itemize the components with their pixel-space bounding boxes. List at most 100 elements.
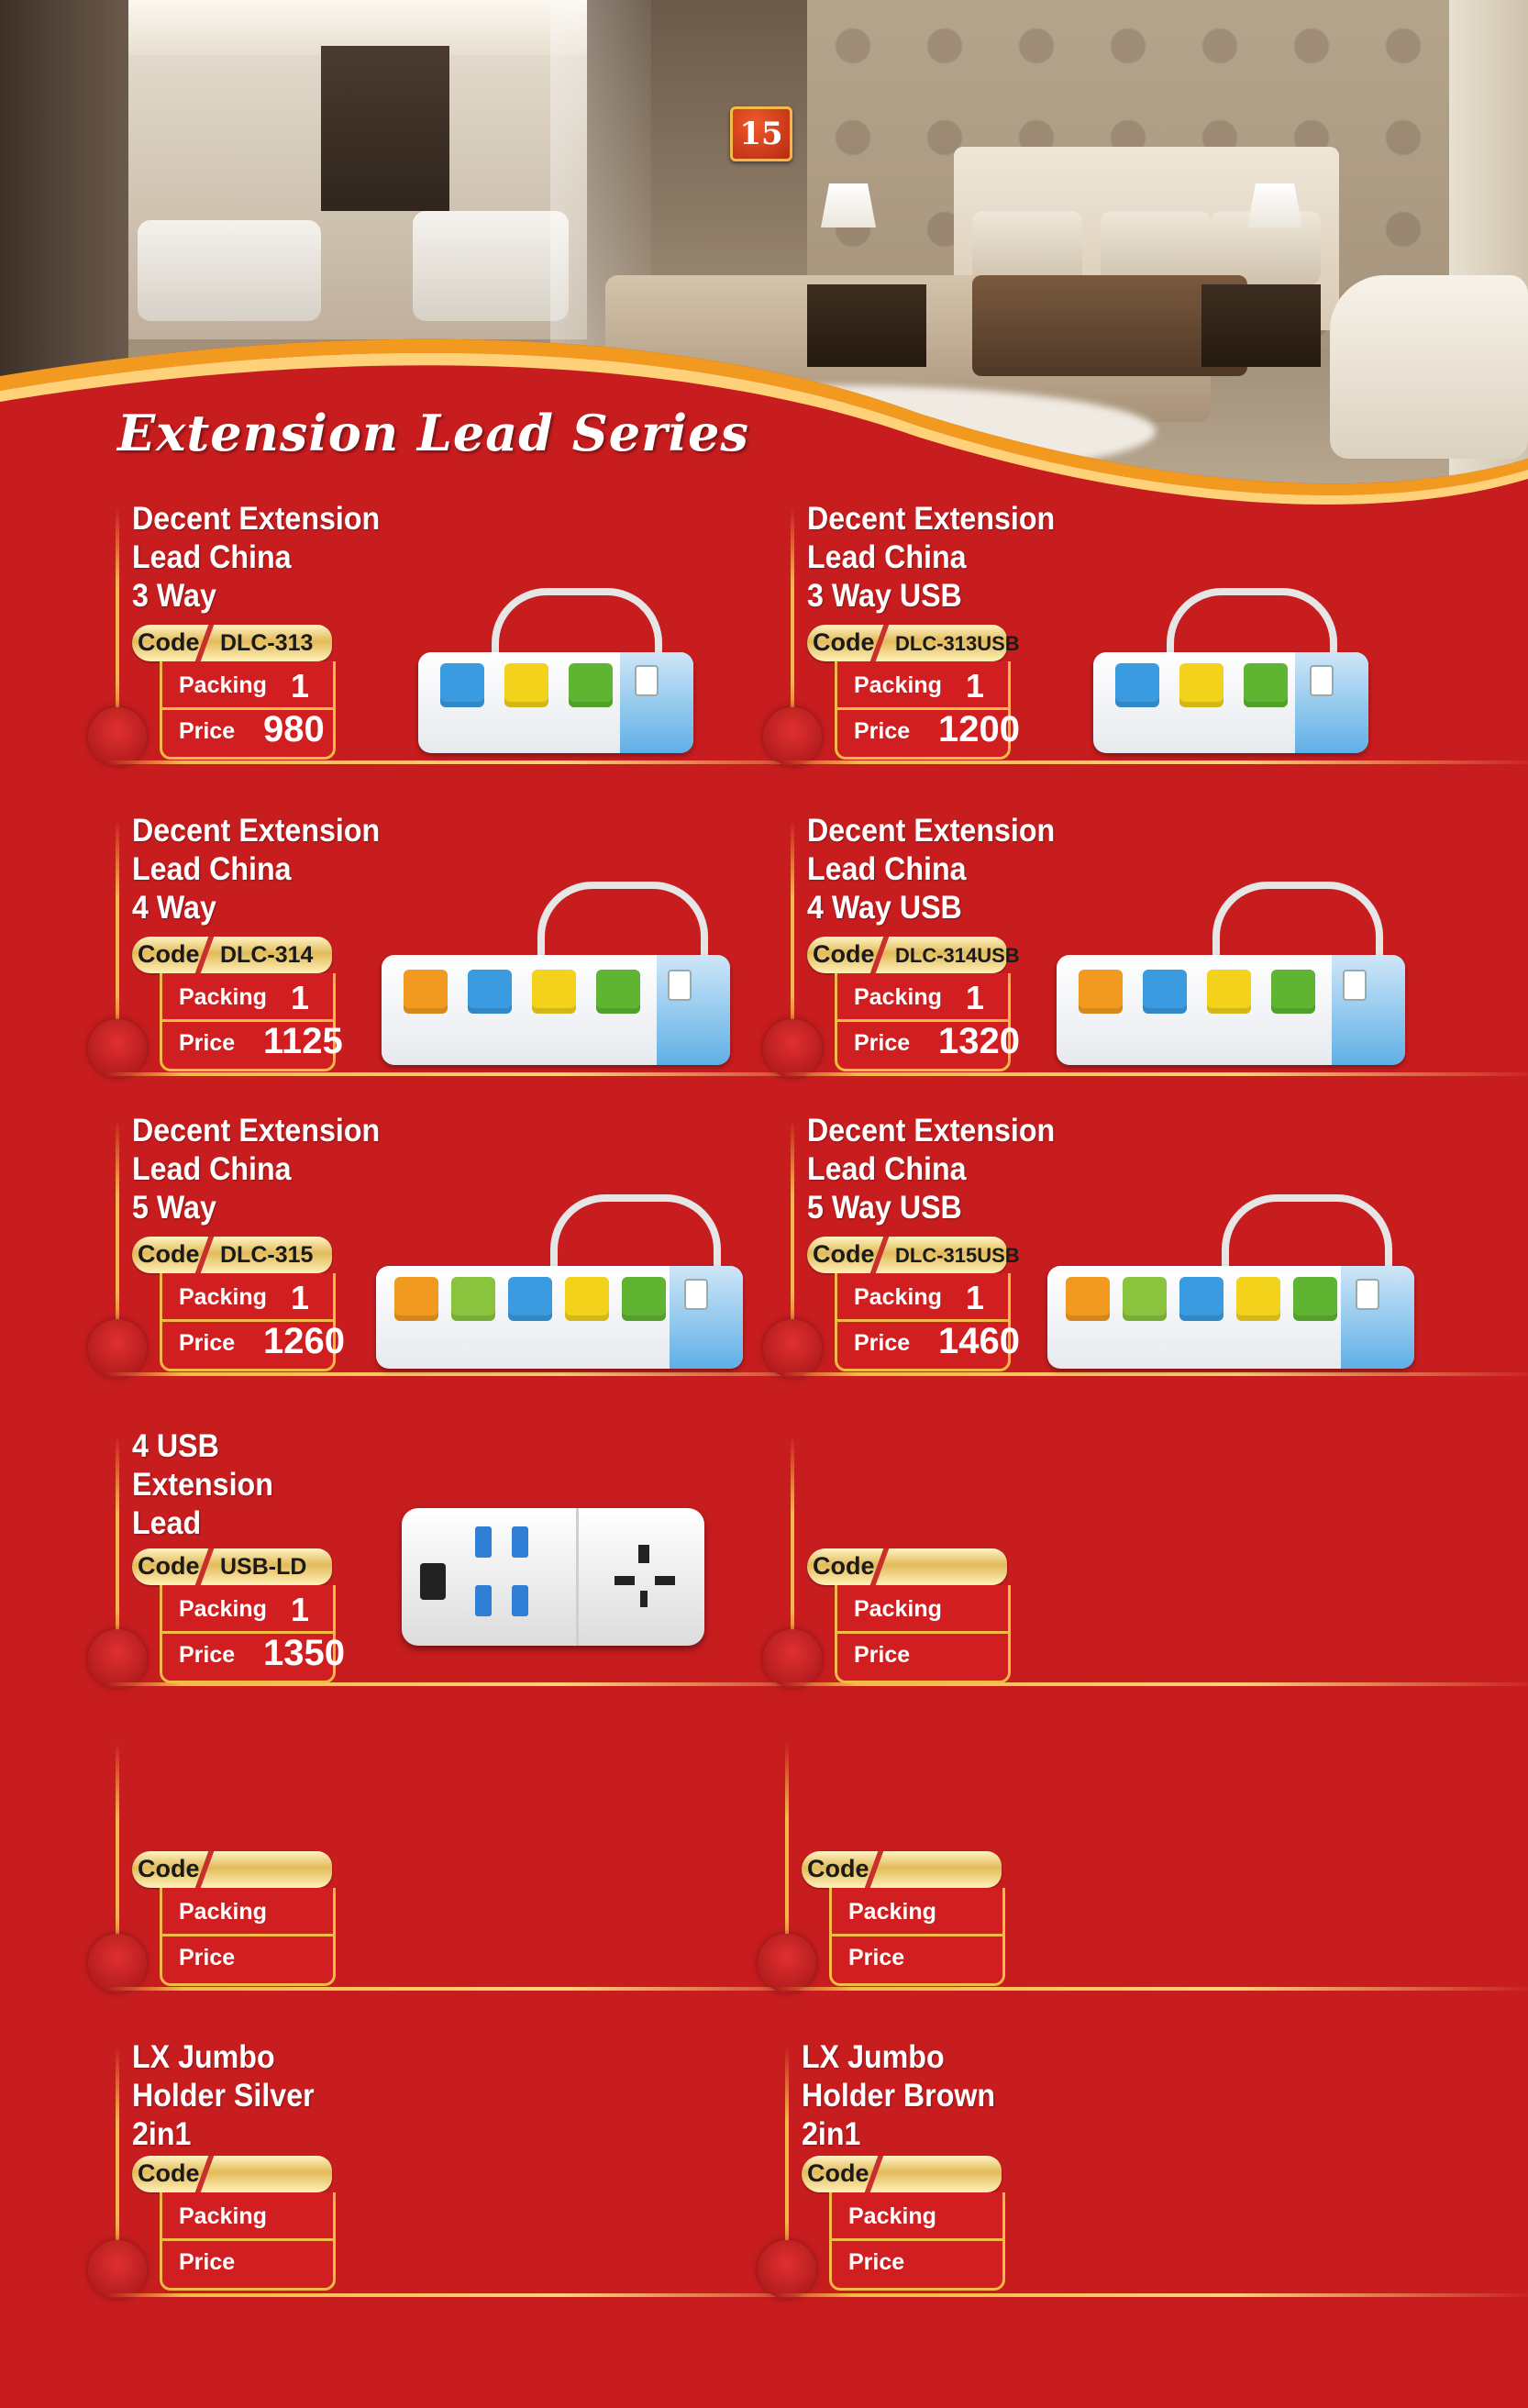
packing-label: Packing [854,1596,942,1622]
socket-blue [468,970,512,1014]
product-cell: Decent Extension Lead China 4 Way Code D… [88,812,868,1087]
code-label: Code [807,2159,869,2187]
packing-value: 1 [291,979,310,1016]
code-label: Code [813,1240,875,1268]
packing-price-box: Packing 1 Price 1260 [160,1273,345,1371]
socket-blue [1143,970,1187,1014]
usb-extension-image [402,1508,704,1646]
socket-lime [451,1277,495,1321]
code-label: Code [813,628,875,656]
price-value: 980 [263,709,325,749]
packing-label: Packing [854,1284,942,1310]
product-cell-empty: Code Packing Price [758,1734,1528,2009]
packing-value: 1 [966,979,985,1016]
packing-value: 1 [291,667,310,705]
extension-lead-image [418,588,693,753]
switch [1310,665,1334,696]
product-code: DLC-314 [220,942,314,968]
socket-orange [404,970,448,1014]
code-label: Code [138,940,200,968]
code-label: Code [813,940,875,968]
packing-price-box: Packing 1 Price 980 [160,661,336,760]
packing-value: 1 [966,667,985,705]
packing-price-box: Packing Price [829,2192,1005,2291]
product-cell: LX Jumbo Holder Brown 2in1 Code Packing … [758,2038,1528,2314]
switch [668,970,692,1001]
switch [635,665,659,696]
code-bar: Code DLC-315 [132,1237,332,1273]
universal-outlet-icon [615,1545,675,1607]
usb-port [475,1585,492,1616]
product-cell: Decent Extension Lead China 3 Way Code D… [88,500,868,775]
page-number-badge: 15 [730,106,792,161]
price-value: 1200 [938,709,1020,749]
product-code: DLC-315 [220,1242,314,1268]
socket-blue [508,1277,552,1321]
socket-yellow [565,1277,609,1321]
product-cell: Decent Extension Lead China 4 Way USB Co… [763,812,1528,1087]
product-name: 4 USB Extension Lead [132,1428,273,1541]
brand-logo [420,1563,446,1600]
code-label: Code [138,1240,200,1268]
socket-orange [394,1277,438,1321]
product-code: DLC-315USB [895,1244,1020,1267]
packing-price-box: Packing 1 Price 1320 [835,973,1020,1071]
price-value: 1320 [938,1021,1020,1061]
product-cell: LX Jumbo Holder Silver 2in1 Code Packing… [88,2038,868,2314]
price-label: Price [848,1945,905,1970]
price-label: Price [179,1330,236,1356]
packing-label: Packing [848,1899,936,1925]
packing-value: 1 [966,1279,985,1316]
price-value: 1460 [938,1321,1020,1361]
switch [1356,1279,1379,1310]
code-label: Code [138,2159,200,2187]
packing-price-box: Packing Price [160,2192,336,2291]
product-cell: Decent Extension Lead China 5 Way Code D… [88,1112,868,1387]
code-label: Code [138,628,200,656]
packing-price-box: Packing Price [829,1888,1005,1986]
packing-value: 1 [291,1591,310,1628]
code-bar: Code [802,1851,1002,1888]
extension-lead-image [382,882,730,1065]
price-label: Price [848,2249,905,2275]
socket-green [1244,663,1288,707]
product-code: DLC-313USB [895,632,1020,655]
extension-lead-image [1057,882,1405,1065]
code-bar: Code [132,2156,332,2192]
product-cell: 4 USB Extension Lead Code USB-LD Packing… [88,1427,868,1703]
extension-lead-image [1093,588,1368,753]
socket-usb [1066,1277,1110,1321]
product-name: Decent Extension Lead China 3 Way [132,501,381,614]
product-name: Decent Extension Lead China 4 Way [132,813,381,926]
product-cell: Decent Extension Lead China 3 Way USB Co… [763,500,1528,775]
packing-label: Packing [179,984,267,1010]
switch [684,1279,708,1310]
product-name: Decent Extension Lead China 5 Way [132,1113,381,1226]
code-label: Code [807,1855,869,1882]
code-bar: Code [802,2156,1002,2192]
socket-usb [1079,970,1123,1014]
code-bar: Code DLC-313 [132,625,332,661]
price-label: Price [179,1030,236,1056]
usb-port [512,1585,528,1616]
product-cell-empty: Code Packing Price [763,1427,1528,1703]
packing-label: Packing [854,984,942,1010]
socket-yellow [1207,970,1251,1014]
extension-lead-image [376,1194,743,1369]
socket-blue [1179,1277,1224,1321]
socket-yellow [1179,663,1224,707]
price-label: Price [854,1330,911,1356]
product-cell-empty: Code Packing Price [88,1734,868,2009]
product-code: DLC-313 [220,630,314,656]
series-title: Extension Lead Series [117,404,749,462]
price-value: 1125 [263,1021,343,1061]
code-bar: Code DLC-314USB [807,937,1020,973]
product-name: Decent Extension Lead China 5 Way USB [807,1113,1056,1226]
price-value: 1350 [263,1633,345,1673]
price-label: Price [179,1642,236,1668]
socket-green [1271,970,1315,1014]
socket-usb [1115,663,1159,707]
code-label: Code [138,1552,200,1580]
packing-label: Packing [179,1899,267,1925]
usb-port [475,1526,492,1558]
